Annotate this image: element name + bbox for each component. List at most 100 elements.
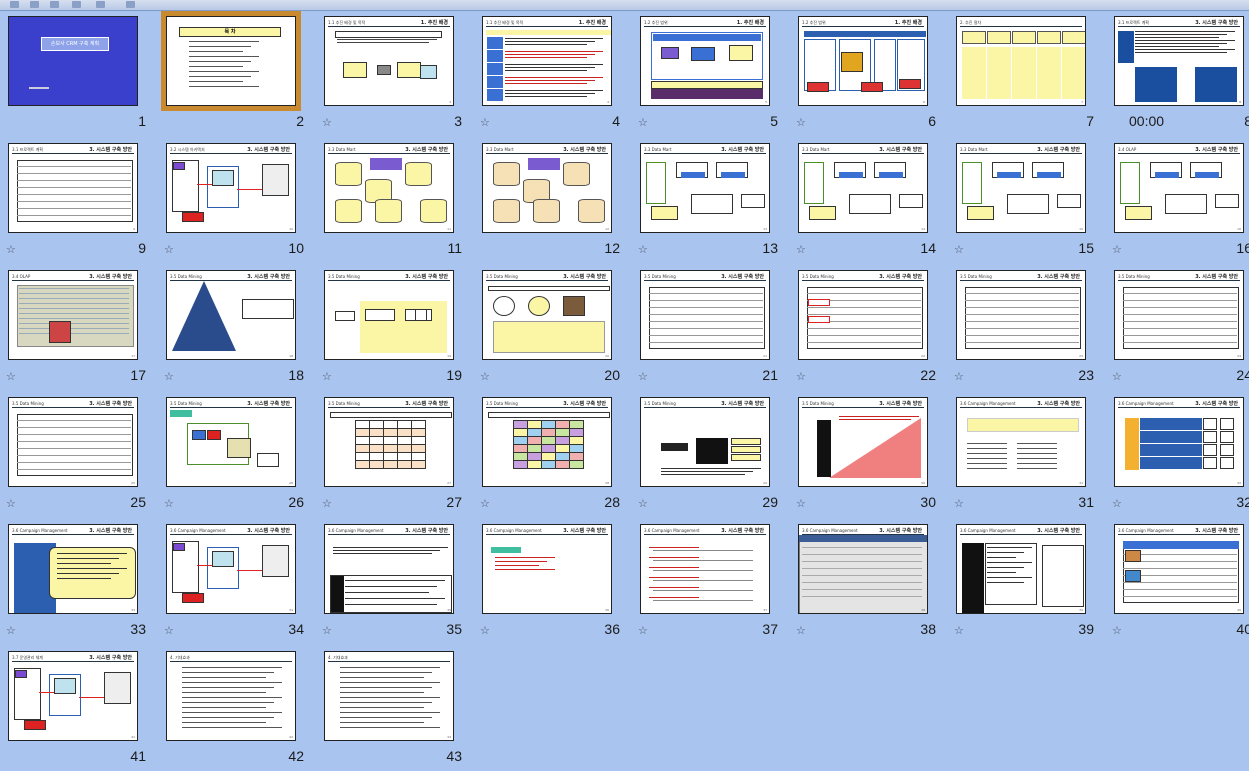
slide-thumbnail[interactable]: 3.3 Data Mart 3. 시스템 구축 방안 13 13 ☆: [638, 143, 778, 263]
slide-number[interactable]: 20: [604, 367, 620, 383]
slide-thumbnail[interactable]: 3.6 Campaign Management 3. 시스템 구축 방안 37 37 ☆: [638, 524, 778, 644]
slide-thumbnail[interactable]: 1.2 추진 범위 1. 추진 배경 5 5 ☆: [638, 16, 778, 136]
slide-number[interactable]: 12: [604, 240, 620, 256]
star-icon[interactable]: ☆: [322, 371, 334, 383]
slide-number[interactable]: 31: [1078, 494, 1094, 510]
slide-number[interactable]: 9: [138, 240, 146, 256]
slide-number[interactable]: 42: [288, 748, 304, 764]
slide-number[interactable]: 1: [138, 113, 146, 129]
slide-number[interactable]: 40: [1236, 621, 1249, 637]
slide-number[interactable]: 7: [1086, 113, 1094, 129]
slide-number[interactable]: 3: [454, 113, 462, 129]
slide-thumbnail[interactable]: 3.5 Data Mining 3. 시스템 구축 방안 21 21 ☆: [638, 270, 778, 390]
star-icon[interactable]: ☆: [638, 117, 650, 129]
slide-thumbnail[interactable]: 3.5 Data Mining 3. 시스템 구축 방안 22 22 ☆: [796, 270, 936, 390]
slide-number[interactable]: 17: [130, 367, 146, 383]
star-icon[interactable]: ☆: [954, 371, 966, 383]
slide-preview[interactable]: 3.5 Data Mining 3. 시스템 구축 방안 26: [166, 397, 296, 487]
slide-thumbnail[interactable]: 3.1 프로젝트 계획 3. 시스템 구축 방안 9 9 ☆: [6, 143, 146, 263]
star-icon[interactable]: ☆: [796, 117, 808, 129]
slide-preview[interactable]: 3.3 Data Mart 3. 시스템 구축 방안 11: [324, 143, 454, 233]
star-icon[interactable]: ☆: [480, 371, 492, 383]
slide-number[interactable]: 38: [920, 621, 936, 637]
slide-preview[interactable]: 3.6 Campaign Management 3. 시스템 구축 방안 36: [482, 524, 612, 614]
slide-preview[interactable]: 1.1 추진 배경 및 목적 1. 추진 배경 3: [324, 16, 454, 106]
slide-number[interactable]: 26: [288, 494, 304, 510]
slide-thumbnail[interactable]: 1.1 추진 배경 및 목적 1. 추진 배경 4 4 ☆: [480, 16, 620, 136]
star-icon[interactable]: ☆: [480, 625, 492, 637]
slide-thumbnail[interactable]: 3.5 Data Mining 3. 시스템 구축 방안 23 23 ☆: [954, 270, 1094, 390]
slide-preview[interactable]: 3.5 Data Mining 3. 시스템 구축 방안 28: [482, 397, 612, 487]
slide-preview[interactable]: 3.1 프로젝트 계획 3. 시스템 구축 방안 8: [1114, 16, 1244, 106]
slide-number[interactable]: 30: [920, 494, 936, 510]
slide-preview[interactable]: 4. 기대효과 42: [166, 651, 296, 741]
slide-number[interactable]: 13: [762, 240, 778, 256]
slide-thumbnail[interactable]: 3.3 Data Mart 3. 시스템 구축 방안 14 14 ☆: [796, 143, 936, 263]
slide-number[interactable]: 27: [446, 494, 462, 510]
star-icon[interactable]: ☆: [164, 498, 176, 510]
star-icon[interactable]: ☆: [164, 244, 176, 256]
star-icon[interactable]: ☆: [6, 625, 18, 637]
slide-number[interactable]: 35: [446, 621, 462, 637]
slide-preview[interactable]: 3.5 Data Mining 3. 시스템 구축 방안 24: [1114, 270, 1244, 360]
star-icon[interactable]: ☆: [638, 625, 650, 637]
slide-preview[interactable]: 3.6 Campaign Management 3. 시스템 구축 방안 39: [956, 524, 1086, 614]
slide-thumbnail[interactable]: 3.6 Campaign Management 3. 시스템 구축 방안 36 36 ☆: [480, 524, 620, 644]
slide-number[interactable]: 18: [288, 367, 304, 383]
slide-preview[interactable]: 3.5 Data Mining 3. 시스템 구축 방안 29: [640, 397, 770, 487]
slide-preview[interactable]: 손보사 CRM 구축 계획: [8, 16, 138, 106]
slide-preview[interactable]: 4. 기대효과 43: [324, 651, 454, 741]
slide-thumbnail[interactable]: 3.4 OLAP 3. 시스템 구축 방안 17 17 ☆: [6, 270, 146, 390]
slide-preview[interactable]: 1.2 추진 범위 1. 추진 배경 6: [798, 16, 928, 106]
slide-thumbnail[interactable]: 3.5 Data Mining 3. 시스템 구축 방안 24 24 ☆: [1112, 270, 1249, 390]
slide-preview[interactable]: 3.3 Data Mart 3. 시스템 구축 방안 15: [956, 143, 1086, 233]
star-icon[interactable]: ☆: [322, 117, 334, 129]
slide-number[interactable]: 19: [446, 367, 462, 383]
slide-thumbnail[interactable]: 3.5 Data Mining 3. 시스템 구축 방안 25 25 ☆: [6, 397, 146, 517]
star-icon[interactable]: ☆: [322, 625, 334, 637]
slide-preview[interactable]: 3.5 Data Mining 3. 시스템 구축 방안 21: [640, 270, 770, 360]
star-icon[interactable]: ☆: [954, 244, 966, 256]
slide-thumbnail[interactable]: 3.6 Campaign Management 3. 시스템 구축 방안 34 34 ☆: [164, 524, 304, 644]
slide-number[interactable]: 39: [1078, 621, 1094, 637]
slide-number[interactable]: 34: [288, 621, 304, 637]
slide-thumbnail[interactable]: 목 차 2: [161, 11, 304, 136]
slide-thumbnail[interactable]: 3.2 시스템 아키텍처 3. 시스템 구축 방안 10 10 ☆: [164, 143, 304, 263]
slide-thumbnail[interactable]: 3.6 Campaign Management 3. 시스템 구축 방안 31 31 ☆: [954, 397, 1094, 517]
star-icon[interactable]: ☆: [164, 371, 176, 383]
slide-preview[interactable]: 3.3 Data Mart 3. 시스템 구축 방안 14: [798, 143, 928, 233]
star-icon[interactable]: ☆: [1112, 244, 1124, 256]
star-icon[interactable]: ☆: [480, 117, 492, 129]
slide-preview[interactable]: 3.5 Data Mining 3. 시스템 구축 방안 19: [324, 270, 454, 360]
slide-thumbnail[interactable]: 3.1 프로젝트 계획 3. 시스템 구축 방안 8 8 00:00: [1114, 16, 1249, 136]
slide-preview[interactable]: 3.6 Campaign Management 3. 시스템 구축 방안 35: [324, 524, 454, 614]
slide-thumbnail[interactable]: 3.6 Campaign Management 3. 시스템 구축 방안 40 40 ☆: [1112, 524, 1249, 644]
slide-number[interactable]: 22: [920, 367, 936, 383]
slide-preview[interactable]: 3.4 OLAP 3. 시스템 구축 방안 16: [1114, 143, 1244, 233]
star-icon[interactable]: ☆: [1112, 625, 1124, 637]
slide-thumbnail[interactable]: 4. 기대효과 42 42: [166, 651, 304, 771]
slide-thumbnail[interactable]: 3.6 Campaign Management 3. 시스템 구축 방안 35 35 ☆: [322, 524, 462, 644]
slide-thumbnail[interactable]: 3.5 Data Mining 3. 시스템 구축 방안 20 20 ☆: [480, 270, 620, 390]
slide-thumbnail[interactable]: 3.5 Data Mining 3. 시스템 구축 방안 27 27 ☆: [322, 397, 462, 517]
slide-thumbnail[interactable]: 3.5 Data Mining 3. 시스템 구축 방안 18 18 ☆: [164, 270, 304, 390]
slide-number[interactable]: 29: [762, 494, 778, 510]
slide-thumbnail[interactable]: 3.3 Data Mart 3. 시스템 구축 방안 11 11: [324, 143, 462, 263]
slide-number[interactable]: 33: [130, 621, 146, 637]
star-icon[interactable]: ☆: [638, 244, 650, 256]
slide-number[interactable]: 41: [130, 748, 146, 764]
slide-thumbnail[interactable]: 3.7 운영관리 체계 3. 시스템 구축 방안 41 41: [8, 651, 146, 771]
slide-preview[interactable]: 1.2 추진 범위 1. 추진 배경 5: [640, 16, 770, 106]
slide-number[interactable]: 43: [446, 748, 462, 764]
slide-preview[interactable]: 3.6 Campaign Management 3. 시스템 구축 방안 31: [956, 397, 1086, 487]
slide-number[interactable]: 5: [770, 113, 778, 129]
slide-preview[interactable]: 3.3 Data Mart 3. 시스템 구축 방안 13: [640, 143, 770, 233]
star-icon[interactable]: ☆: [638, 371, 650, 383]
star-icon[interactable]: ☆: [480, 498, 492, 510]
slide-number[interactable]: 24: [1236, 367, 1249, 383]
star-icon[interactable]: ☆: [796, 625, 808, 637]
slide-preview[interactable]: 3.1 프로젝트 계획 3. 시스템 구축 방안 9: [8, 143, 138, 233]
slide-number[interactable]: 6: [928, 113, 936, 129]
slide-preview[interactable]: 3.7 운영관리 체계 3. 시스템 구축 방안 41: [8, 651, 138, 741]
slide-thumbnail[interactable]: 3.6 Campaign Management 3. 시스템 구축 방안 39 39 ☆: [954, 524, 1094, 644]
